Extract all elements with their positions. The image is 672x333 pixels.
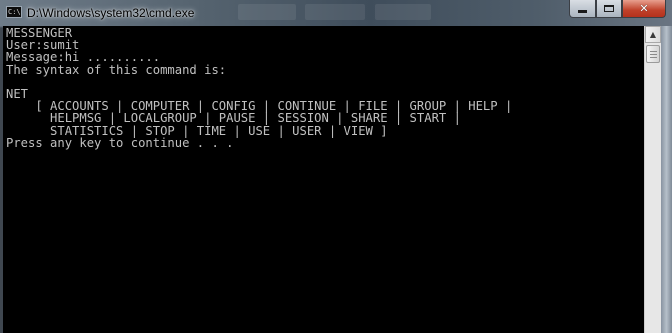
minimize-icon bbox=[578, 10, 587, 13]
maximize-icon bbox=[604, 5, 614, 12]
title-bar[interactable]: C:\ D:\Windows\system32\cmd.exe ✕ bbox=[0, 0, 672, 26]
window-frame-right bbox=[661, 26, 672, 333]
scroll-up-button[interactable]: ▲ bbox=[645, 26, 661, 43]
minimize-button[interactable] bbox=[569, 0, 596, 18]
console-line: Press any key to continue . . . bbox=[6, 135, 234, 150]
up-arrow-icon: ▲ bbox=[649, 30, 657, 39]
cmd-app-icon[interactable]: C:\ bbox=[6, 6, 22, 18]
close-button[interactable]: ✕ bbox=[622, 0, 666, 18]
console-text: MESSENGER User:sumit Message:hi ........… bbox=[3, 26, 644, 149]
maximize-button[interactable] bbox=[596, 0, 622, 18]
console-line: The syntax of this command is: bbox=[6, 62, 227, 77]
window-title: D:\Windows\system32\cmd.exe bbox=[27, 6, 195, 20]
console-output[interactable]: MESSENGER User:sumit Message:hi ........… bbox=[3, 26, 644, 333]
vertical-scrollbar[interactable]: ▲ bbox=[644, 26, 661, 333]
scrollbar-thumb[interactable] bbox=[646, 45, 660, 63]
close-icon: ✕ bbox=[639, 2, 649, 15]
window-controls: ✕ bbox=[569, 0, 666, 18]
cmd-window: C:\ D:\Windows\system32\cmd.exe ✕ MESSEN… bbox=[0, 0, 672, 333]
